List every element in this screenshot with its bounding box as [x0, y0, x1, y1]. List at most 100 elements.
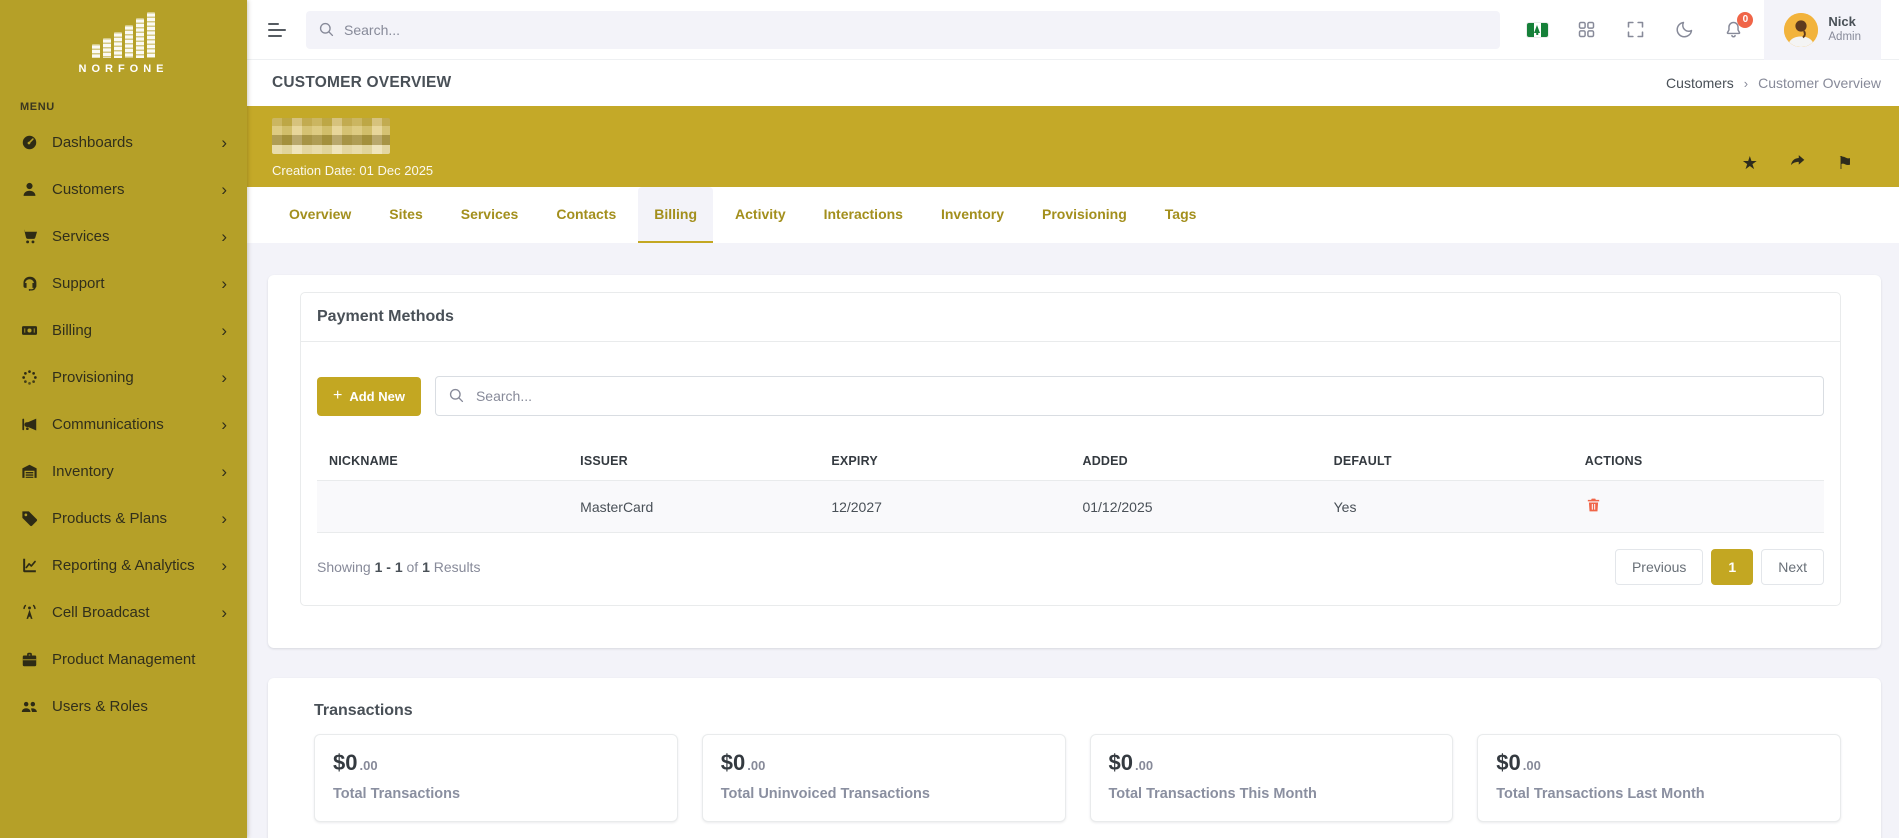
column-added: ADDED [1070, 442, 1322, 481]
sidebar-item-label: Communications [52, 416, 164, 433]
tab-interactions[interactable]: Interactions [808, 187, 919, 243]
sidebar-item-label: Product Management [52, 651, 196, 668]
tab-billing[interactable]: Billing [638, 187, 714, 243]
tab-overview[interactable]: Overview [273, 187, 367, 243]
sidebar-item-cell-broadcast[interactable]: Cell Broadcast › [0, 589, 247, 636]
share-icon[interactable] [1788, 152, 1807, 174]
breadcrumb-customers[interactable]: Customers [1666, 75, 1734, 91]
previous-page-button[interactable]: Previous [1614, 549, 1704, 585]
sidebar-item-label: Services [52, 228, 110, 245]
user-role: Admin [1828, 31, 1861, 44]
sidebar-item-label: Products & Plans [52, 510, 168, 527]
chevron-right-icon: › [221, 368, 227, 387]
stat-total-transactions-this-month: $0.00 Total Transactions This Month [1089, 734, 1454, 822]
chart-icon [20, 556, 39, 575]
language-flag-button[interactable] [1526, 19, 1548, 41]
gauge-icon [20, 133, 39, 152]
chevron-right-icon: › [221, 321, 227, 340]
tab-services[interactable]: Services [445, 187, 535, 243]
table-row: MasterCard 12/2027 01/12/2025 Yes [317, 480, 1824, 533]
app-root: NORFONE MENU Dashboards › Customers › Se… [0, 0, 1899, 838]
moon-icon [1676, 21, 1693, 38]
sidebar-item-services[interactable]: Services › [0, 213, 247, 260]
global-search [306, 10, 1501, 49]
chevron-right-icon: › [221, 133, 227, 152]
redacted-customer-name [272, 118, 390, 154]
payment-methods-header: Payment Methods [301, 293, 1840, 342]
cart-icon [20, 227, 39, 246]
broadcast-icon [20, 603, 39, 622]
flag-icon[interactable]: ⚑ [1837, 154, 1853, 172]
brand-logo[interactable]: NORFONE [0, 0, 247, 75]
payment-methods-card: Payment Methods + Add New Search... NICK… [300, 292, 1841, 606]
sidebar-item-product-management[interactable]: Product Management [0, 636, 247, 683]
chevron-right-icon: › [221, 556, 227, 575]
sidebar-item-reporting-analytics[interactable]: Reporting & Analytics › [0, 542, 247, 589]
chevron-right-icon: › [221, 227, 227, 246]
sidebar-item-billing[interactable]: Billing › [0, 307, 247, 354]
table-footer: Showing 1 - 1 of 1 Results Previous 1 Ne… [317, 549, 1824, 585]
tab-tags[interactable]: Tags [1149, 187, 1213, 243]
sidebar-item-provisioning[interactable]: Provisioning › [0, 354, 247, 401]
tab-provisioning[interactable]: Provisioning [1026, 187, 1143, 243]
sidebar-item-products-plans[interactable]: Products & Plans › [0, 495, 247, 542]
stat-cents: .00 [1522, 758, 1541, 773]
cell-added: 01/12/2025 [1070, 480, 1322, 533]
apps-grid-button[interactable] [1575, 19, 1597, 41]
apps-grid-icon [1578, 21, 1595, 38]
user-menu[interactable]: Nick Admin [1764, 0, 1881, 60]
banner-actions: ★ ⚑ [1742, 138, 1853, 187]
search-icon [317, 20, 336, 39]
column-default: DEFAULT [1321, 442, 1573, 481]
headset-icon [20, 274, 39, 293]
sidebar-item-label: Provisioning [52, 369, 134, 386]
delete-button[interactable] [1585, 496, 1602, 514]
hamburger-menu-icon[interactable] [268, 22, 290, 37]
dark-mode-button[interactable] [1673, 19, 1695, 41]
notifications-button[interactable]: 0 [1722, 11, 1754, 41]
favorite-star-icon[interactable]: ★ [1742, 154, 1758, 172]
person-icon [20, 180, 39, 199]
page-1-button[interactable]: 1 [1711, 549, 1754, 585]
payment-methods-toolbar: + Add New [317, 376, 1824, 416]
payment-methods-search-input[interactable] [434, 376, 1824, 416]
sidebar-item-label: Billing [52, 322, 93, 339]
column-nickname: NICKNAME [317, 442, 569, 481]
stat-label: Total Transactions Last Month [1496, 786, 1705, 802]
add-new-button[interactable]: + Add New [317, 376, 421, 416]
plus-icon: + [333, 387, 343, 404]
tab-sites[interactable]: Sites [373, 187, 438, 243]
sidebar-item-label: Inventory [52, 463, 114, 480]
stat-label: Total Uninvoiced Transactions [720, 786, 930, 802]
stat-label: Total Transactions This Month [1108, 786, 1317, 802]
fullscreen-button[interactable] [1624, 19, 1646, 41]
payment-methods-title: Payment Methods [317, 308, 454, 325]
stat-cents: .00 [1134, 758, 1154, 773]
briefcase-icon [20, 650, 39, 669]
stat-amount: $0 [333, 750, 358, 775]
sidebar-item-dashboards[interactable]: Dashboards › [0, 119, 247, 166]
stat-amount: $0 [720, 750, 746, 775]
chevron-right-icon: › [221, 509, 227, 528]
sidebar-item-inventory[interactable]: Inventory › [0, 448, 247, 495]
column-actions: ACTIONS [1572, 442, 1824, 481]
transactions-section: Transactions $0.00 Total Transactions $0… [268, 678, 1881, 838]
customer-tabs: Overview Sites Services Contacts Billing… [247, 187, 1899, 243]
sidebar-item-users-roles[interactable]: Users & Roles [0, 683, 247, 730]
sidebar-item-support[interactable]: Support › [0, 260, 247, 307]
next-page-button[interactable]: Next [1761, 549, 1824, 585]
users-icon [20, 697, 39, 716]
column-expiry: EXPIRY [819, 442, 1071, 481]
creation-date: Creation Date: 01 Dec 2025 [272, 163, 434, 178]
global-search-input[interactable] [306, 10, 1501, 49]
tab-inventory[interactable]: Inventory [925, 187, 1020, 243]
sidebar-item-customers[interactable]: Customers › [0, 166, 247, 213]
sidebar-item-communications[interactable]: Communications › [0, 401, 247, 448]
chevron-right-icon: › [221, 462, 227, 481]
tab-activity[interactable]: Activity [719, 187, 802, 243]
pagination: Previous 1 Next [1614, 549, 1824, 585]
transactions-title: Transactions [314, 702, 413, 719]
tab-contacts[interactable]: Contacts [540, 187, 632, 243]
cell-issuer: MasterCard [568, 480, 820, 533]
cell-default: Yes [1321, 480, 1573, 533]
